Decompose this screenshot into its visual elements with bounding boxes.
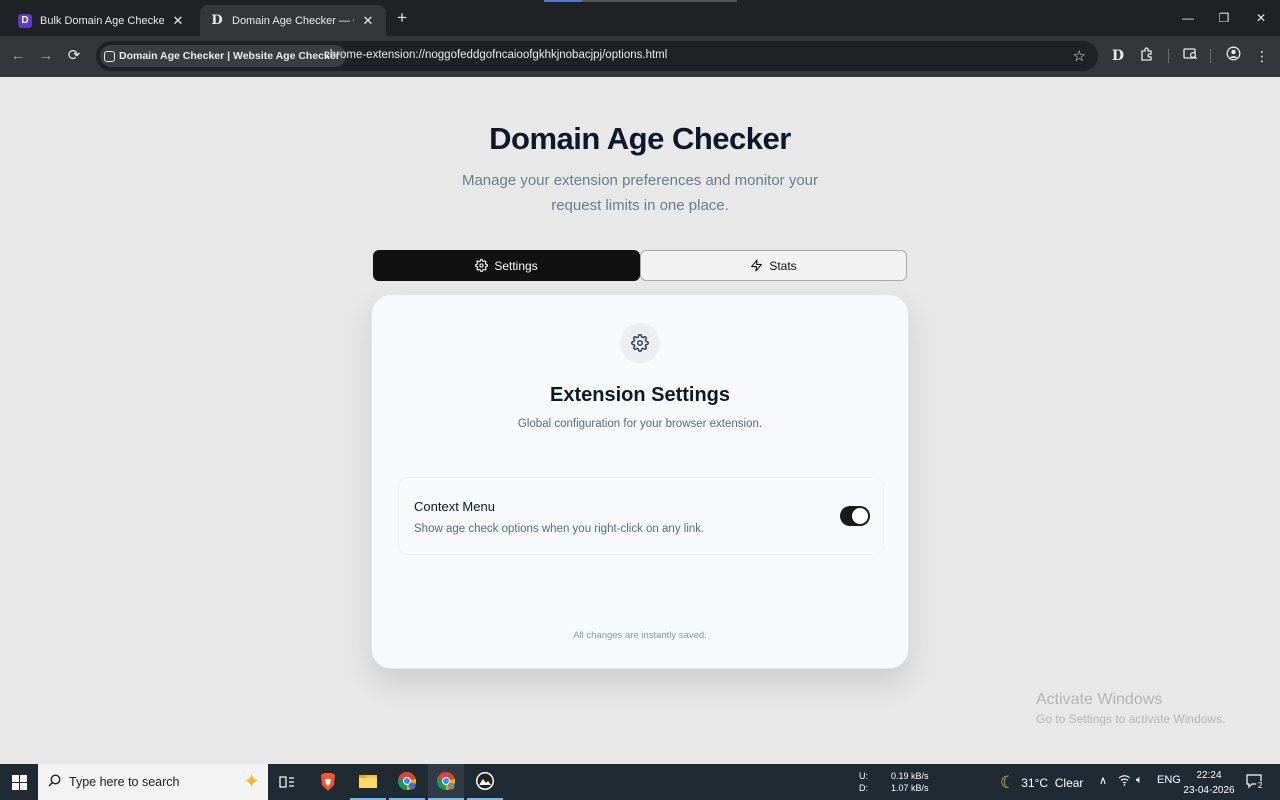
address-bar[interactable]: Domain Age Checker | Website Age Checker…	[96, 41, 1098, 71]
tab-stats-label: Stats	[769, 258, 797, 273]
extension-puzzle-icon	[104, 50, 115, 62]
context-menu-toggle[interactable]	[840, 506, 870, 526]
file-explorer-icon[interactable]	[350, 764, 386, 800]
notification-center-icon[interactable]: 2	[1246, 773, 1265, 792]
taskbar-search[interactable]: Type here to search ✦	[38, 764, 268, 800]
search-highlight-sparkle-icon: ✦	[243, 771, 260, 793]
show-hidden-icons-chevron-up-icon[interactable]: ∧	[1099, 774, 1107, 787]
profile-avatar-icon[interactable]	[1223, 46, 1243, 66]
settings-gear-icon	[620, 323, 660, 363]
domain-checker-favicon-icon: D	[18, 13, 32, 28]
card-subtitle: Global configuration for your browser ex…	[517, 418, 763, 430]
upload-label: U:	[859, 771, 868, 781]
tab-title: Domain Age Checker — Options	[232, 14, 354, 27]
start-button[interactable]	[0, 764, 38, 800]
loading-indicator	[544, 0, 737, 2]
minimize-button[interactable]: —	[1170, 0, 1206, 36]
chrome-active-icon[interactable]	[428, 764, 464, 800]
wifi-icon[interactable]	[1118, 774, 1131, 789]
tab-stats[interactable]: Stats	[640, 250, 907, 281]
upload-speed: 0.19 kB/s	[891, 771, 929, 781]
moon-icon: ☾	[1000, 773, 1016, 792]
task-view-icon[interactable]	[269, 764, 305, 800]
settings-card: Extension Settings Global configuration …	[371, 294, 909, 669]
watermark-subtitle: Go to Settings to activate Windows.	[1036, 712, 1226, 726]
close-tab-icon[interactable]: ✕	[360, 13, 376, 29]
toolbar-divider	[1168, 49, 1169, 63]
restore-button[interactable]: ❐	[1206, 0, 1242, 36]
new-tab-button[interactable]: +	[392, 8, 412, 28]
photos-app-icon[interactable]	[467, 764, 503, 800]
weather-text: 31°C Clear	[1021, 776, 1084, 790]
activate-windows-watermark: Activate Windows Go to Settings to activ…	[1036, 691, 1225, 726]
tab-settings-label: Settings	[494, 258, 538, 273]
tab-title: Bulk Domain Age Checker [FREE]	[40, 14, 164, 27]
search-placeholder: Type here to search	[69, 775, 180, 789]
back-arrow-icon[interactable]: ←	[8, 46, 28, 66]
windows-logo-icon	[11, 774, 27, 790]
language-indicator[interactable]: ENG	[1157, 774, 1181, 786]
setting-row-context-menu: Context Menu Show age check options when…	[398, 477, 884, 555]
notification-count: 2	[1256, 781, 1265, 790]
toolbar-divider	[1210, 49, 1211, 63]
volume-icon[interactable]: 🔈︎	[1136, 774, 1143, 787]
weather-widget[interactable]: ☾ 31°C Clear	[1000, 773, 1083, 793]
card-title: Extension Settings	[549, 384, 731, 406]
options-tab-switcher: Settings Stats	[373, 250, 907, 281]
extension-favicon-icon: D	[211, 13, 223, 28]
site-info-chip[interactable]: Domain Age Checker | Website Age Checker	[100, 45, 346, 67]
search-icon	[48, 774, 61, 790]
system-clock[interactable]: 22:24 23-04-2026	[1180, 768, 1238, 798]
extensions-puzzle-icon[interactable]	[1137, 46, 1157, 66]
brave-browser-icon[interactable]	[310, 764, 346, 800]
watermark-title: Activate Windows	[1036, 691, 1163, 708]
toggle-knob	[852, 508, 868, 524]
download-speed: 1.07 kB/s	[891, 783, 929, 793]
browser-tab-strip: D Bulk Domain Age Checker [FREE] ✕ D Dom…	[0, 0, 1280, 36]
clock-date: 23-04-2026	[1183, 785, 1235, 796]
network-speed-monitor: U: 0.19 kB/s D: 1.07 kB/s	[859, 770, 929, 794]
tab-settings[interactable]: Settings	[373, 250, 640, 281]
autosave-note: All changes are instantly saved.	[573, 630, 707, 641]
bookmark-star-icon[interactable]: ☆	[1073, 47, 1086, 65]
page-title: Domain Age Checker	[489, 121, 791, 156]
forward-arrow-icon[interactable]: →	[36, 46, 56, 66]
clock-time: 22:24	[1196, 770, 1222, 781]
extension-d-icon[interactable]: D	[1108, 46, 1128, 66]
url-text[interactable]: chrome-extension://noggofeddgofncaioofgk…	[324, 49, 667, 61]
chrome-menu-icon[interactable]: ⋮	[1252, 46, 1272, 66]
close-tab-icon[interactable]: ✕	[170, 13, 186, 29]
tab-search-icon[interactable]	[1180, 46, 1200, 66]
browser-tab-bulk-checker[interactable]: D Bulk Domain Age Checker [FREE] ✕	[8, 5, 196, 36]
page-subtitle: Manage your extension preferences and mo…	[461, 172, 819, 214]
gear-icon	[475, 259, 489, 272]
chrome-profile-icon[interactable]	[389, 764, 425, 800]
options-page: Domain Age Checker Manage your extension…	[0, 77, 1280, 764]
zap-icon	[750, 259, 763, 272]
setting-label: Context Menu	[414, 499, 495, 514]
reload-icon[interactable]: ⟳	[64, 46, 84, 66]
windows-taskbar: Type here to search ✦ U: 0.19 kB/s D: 1.07…	[0, 764, 1280, 800]
browser-toolbar: ← → ⟳ Domain Age Checker | Website Age C…	[0, 36, 1280, 77]
browser-tab-options[interactable]: D Domain Age Checker — Options ✕	[200, 5, 386, 36]
setting-description: Show age check options when you right-cl…	[414, 523, 705, 535]
download-label: D:	[859, 783, 868, 793]
chip-label: Domain Age Checker | Website Age Checker	[119, 50, 340, 62]
close-window-button[interactable]: ✕	[1243, 0, 1279, 36]
